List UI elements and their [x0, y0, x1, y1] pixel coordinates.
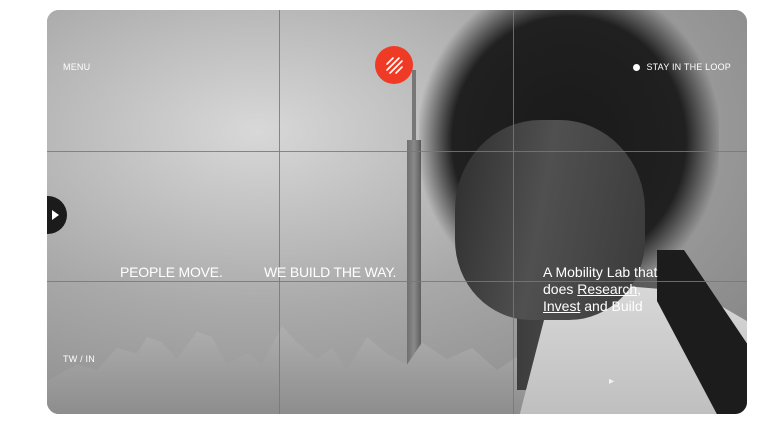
tagline-line-1: A Mobility Lab that	[543, 264, 658, 280]
grid-line-vertical	[513, 10, 514, 414]
slash-lines-logo-icon	[386, 57, 403, 74]
headline-right: WE BUILD THE WAY.	[264, 264, 397, 280]
headline-left: PEOPLE MOVE.	[120, 264, 223, 280]
hero-frame: MENU STAY IN THE LOOP PEOPLE MOVE. WE BU…	[47, 10, 747, 414]
arrow-right-icon[interactable]: ▸	[609, 376, 614, 387]
stay-in-the-loop-label: STAY IN THE LOOP	[646, 62, 731, 72]
logo[interactable]	[375, 46, 413, 84]
menu-button[interactable]: MENU	[63, 62, 90, 72]
social-links[interactable]: TW / IN	[63, 354, 95, 364]
tagline-does: does	[543, 281, 574, 297]
bullet-icon	[633, 63, 641, 71]
grid-line-vertical	[279, 10, 280, 414]
tagline-line-2: does Research,	[543, 281, 703, 298]
stay-in-the-loop-button[interactable]: STAY IN THE LOOP	[633, 62, 731, 72]
tagline-line-3: Invest and Build	[543, 298, 703, 315]
grid-line-horizontal	[47, 151, 747, 152]
tagline: A Mobility Lab that does Research, Inves…	[543, 264, 703, 315]
research-link[interactable]: Research,	[577, 281, 641, 297]
tagline-and-build[interactable]: and Build	[584, 298, 642, 314]
play-icon	[52, 210, 59, 220]
invest-link[interactable]: Invest	[543, 298, 580, 314]
